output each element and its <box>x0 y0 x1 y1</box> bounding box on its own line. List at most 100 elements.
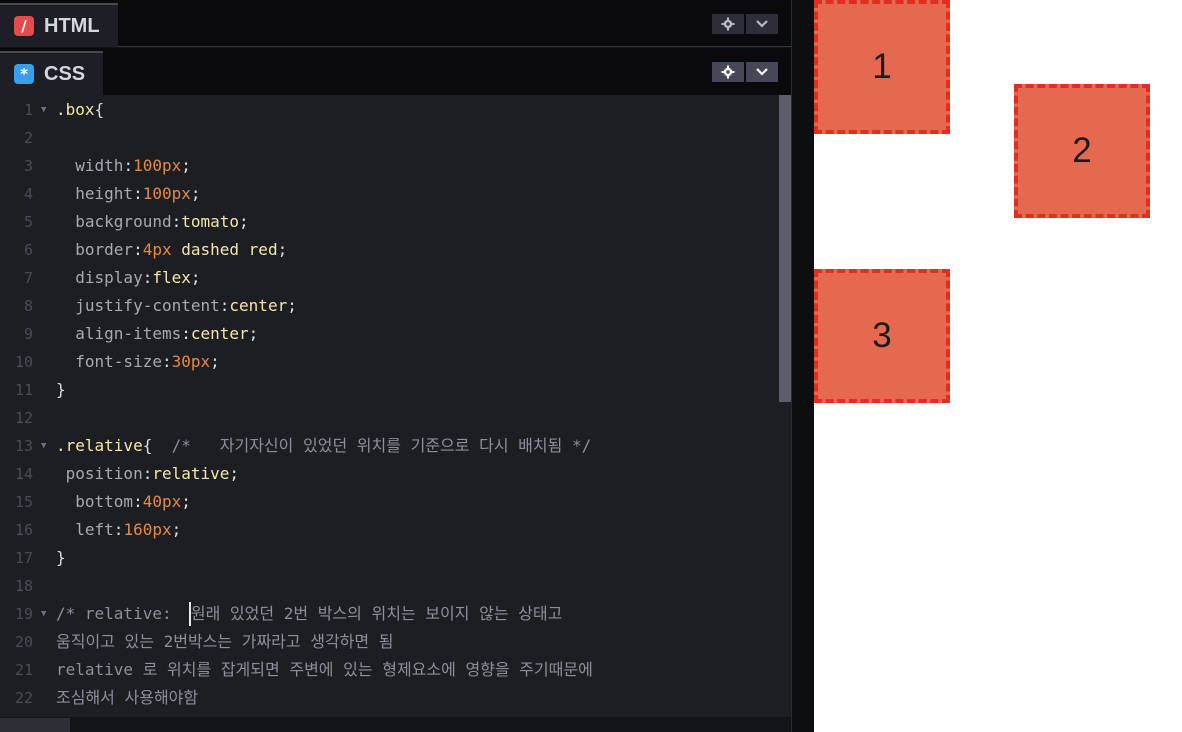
code-text: height:100px; <box>56 180 200 208</box>
code-line[interactable]: 13 ▼ .relative{ /* 자기자신이 있었던 위치를 기준으로 다시 배… <box>0 432 780 460</box>
chevron-down-icon <box>756 68 768 76</box>
text-cursor <box>189 602 191 626</box>
code-line[interactable]: 1 ▼ .box{ <box>0 96 780 124</box>
line-number: 22 <box>14 689 33 707</box>
html-collapse-button[interactable] <box>746 14 778 34</box>
code-token: border <box>56 240 134 259</box>
code-line[interactable]: 4 height:100px; <box>0 180 780 208</box>
gear-icon <box>721 65 735 79</box>
code-line[interactable]: 14 position:relative; <box>0 460 780 488</box>
css-panel-header: * CSS <box>0 48 791 95</box>
code-token: /* 자기자신이 있었던 위치를 기준으로 다시 배치됨 */ <box>171 436 592 455</box>
code-token: ; <box>210 352 220 371</box>
code-token: : <box>181 324 191 343</box>
code-line[interactable]: 5 background:tomato; <box>0 208 780 236</box>
html-panel-buttons <box>712 14 778 34</box>
code-text: border:4px dashed red; <box>56 236 287 264</box>
vertical-scrollbar-thumb[interactable] <box>779 95 791 402</box>
code-token: : <box>142 464 153 483</box>
code-line[interactable]: 10 font-size:30px; <box>0 348 780 376</box>
line-number: 7 <box>23 269 33 287</box>
line-number: 8 <box>23 297 33 315</box>
code-token: 움직이고 있는 2번박스는 가짜라고 생각하면 됨 <box>56 632 394 651</box>
line-number: 15 <box>14 493 33 511</box>
code-line[interactable]: 15 bottom:40px; <box>0 488 780 516</box>
css-settings-button[interactable] <box>712 62 744 82</box>
line-number: 16 <box>14 521 33 539</box>
html-slash-icon: / <box>14 16 34 36</box>
code-token: 100px <box>142 184 191 203</box>
tab-css[interactable]: * CSS <box>0 51 104 95</box>
code-token: } <box>56 380 66 399</box>
gear-icon <box>721 17 735 31</box>
horizontal-scrollbar-track[interactable] <box>0 717 791 732</box>
code-line[interactable]: 9 align-items:center; <box>0 320 780 348</box>
horizontal-scrollbar-thumb[interactable] <box>0 718 70 732</box>
code-line[interactable]: 17} <box>0 544 780 572</box>
code-token: tomato <box>181 212 240 231</box>
line-number: 10 <box>14 353 33 371</box>
code-token: relative <box>152 464 230 483</box>
box-label: 2 <box>1072 131 1092 170</box>
css-code-editor[interactable]: 1 ▼ .box{2 3 width:100px; 4 height:100px; 5 b… <box>0 95 791 717</box>
code-line[interactable]: 2 <box>0 124 780 152</box>
tab-html[interactable]: / HTML <box>0 3 118 47</box>
code-line[interactable]: 8 justify-content:center; <box>0 292 780 320</box>
code-token: width <box>56 156 124 175</box>
code-line[interactable]: 16 left:160px; <box>0 516 780 544</box>
panel-resize-handle[interactable] <box>791 0 814 732</box>
code-line[interactable]: 3 width:100px; <box>0 152 780 180</box>
code-line[interactable]: 19 ▼ /* relative: 원래 있었던 2번 박스의 위치는 보이지 않는… <box>0 600 780 628</box>
code-line[interactable]: 6 border:4px dashed red; <box>0 236 780 264</box>
code-line[interactable]: 18 <box>0 572 780 600</box>
code-token: } <box>56 548 66 567</box>
fold-arrow-icon[interactable]: ▼ <box>41 96 46 124</box>
line-number: 1 <box>23 101 33 119</box>
code-line[interactable]: 20 움직이고 있는 2번박스는 가짜라고 생각하면 됨 <box>0 628 780 656</box>
code-token: /* relative: 원래 있었던 2번 박스의 위치는 보이지 않는 상태… <box>56 604 563 623</box>
code-line[interactable]: 22 조심해서 사용해야함 <box>0 684 780 712</box>
css-asterisk-icon: * <box>14 64 34 84</box>
html-settings-button[interactable] <box>712 14 744 34</box>
html-panel-header: / HTML <box>0 0 791 47</box>
code-token: : <box>133 240 143 259</box>
code-token: relative 로 위치를 잡게되면 주변에 있는 형제요소에 영향을 주기때… <box>56 660 593 679</box>
code-token: align-items <box>56 324 182 343</box>
code-token: : <box>133 184 143 203</box>
line-number: 21 <box>14 661 33 679</box>
code-line[interactable]: 12 <box>0 404 780 432</box>
preview-box-2: 2 <box>1014 84 1150 218</box>
code-text: background:tomato; <box>56 208 249 236</box>
code-text: } <box>56 544 66 572</box>
code-token: 조심해서 사용해야함 <box>56 688 199 707</box>
fold-arrow-icon[interactable]: ▼ <box>41 432 46 460</box>
code-text: .relative{ /* 자기자신이 있었던 위치를 기준으로 다시 배치됨 … <box>56 432 591 460</box>
code-token: .relative <box>56 436 143 455</box>
line-number: 6 <box>23 241 33 259</box>
code-token: : <box>161 352 172 371</box>
code-token: { <box>142 436 172 455</box>
code-line[interactable]: 21 relative 로 위치를 잡게되면 주변에 있는 형제요소에 영향을 주… <box>0 656 780 684</box>
line-number: 9 <box>23 325 33 343</box>
code-line[interactable]: 11} <box>0 376 780 404</box>
fold-arrow-icon[interactable]: ▼ <box>41 600 46 628</box>
code-text: position:relative; <box>56 460 239 488</box>
code-token: : <box>171 212 182 231</box>
code-token: center <box>229 296 288 315</box>
code-text: 조심해서 사용해야함 <box>56 684 198 712</box>
code-token: ; <box>239 212 249 231</box>
code-token: : <box>219 296 230 315</box>
css-collapse-button[interactable] <box>746 62 778 82</box>
code-text: 움직이고 있는 2번박스는 가짜라고 생각하면 됨 <box>56 628 393 656</box>
box-label: 3 <box>872 316 892 355</box>
code-line[interactable]: 7 display:flex; <box>0 264 780 292</box>
line-number: 3 <box>23 157 33 175</box>
code-token: 100px <box>133 156 182 175</box>
code-token: 30px <box>171 352 211 371</box>
code-token: ; <box>229 464 240 483</box>
code-token: ; <box>248 324 259 343</box>
code-token: ; <box>181 156 191 175</box>
html-panel-title: HTML <box>44 14 100 37</box>
code-token: ; <box>190 268 201 287</box>
css-panel-title: CSS <box>44 62 86 85</box>
